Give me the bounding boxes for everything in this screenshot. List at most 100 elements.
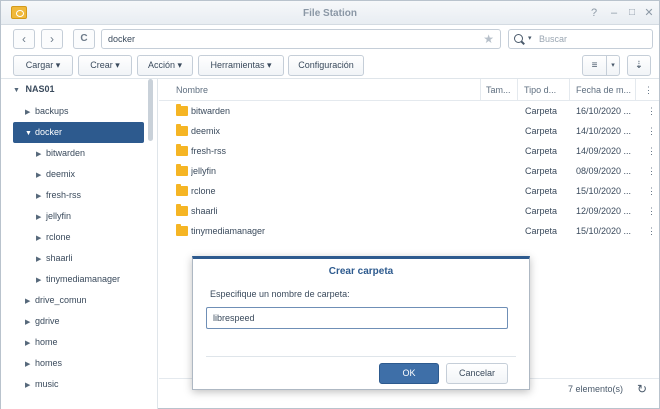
file-type: Carpeta	[525, 146, 558, 156]
sidebar-item-deemix[interactable]: ▶ deemix	[36, 164, 148, 185]
sidebar-item-music[interactable]: ▶ music	[13, 374, 144, 395]
folder-icon	[176, 124, 188, 136]
file-type: Carpeta	[525, 166, 558, 176]
table-row[interactable]: jellyfin Carpeta 08/09/2020 ... ⋮	[159, 161, 659, 181]
column-size[interactable]: Tam...	[481, 79, 518, 101]
chevron-right-icon[interactable]: ▶	[25, 312, 35, 333]
forward-button[interactable]: ›	[41, 29, 63, 49]
chevron-right-icon[interactable]: ▶	[25, 333, 35, 354]
dialog-title: Crear carpeta	[328, 266, 394, 277]
file-type: Carpeta	[525, 186, 558, 196]
sidebar-item-tinymediamanager[interactable]: ▶ tinymediamanager	[36, 269, 148, 290]
folder-icon	[176, 204, 188, 216]
file-type: Carpeta	[525, 106, 558, 116]
view-dropdown-icon[interactable]: ▾	[606, 55, 620, 76]
configuracion-button[interactable]: Configuración	[288, 55, 364, 76]
tree-root-nas01[interactable]: ▼ NAS01	[13, 79, 148, 100]
sidebar-item-label: deemix	[46, 169, 76, 179]
chevron-right-icon[interactable]: ▶	[36, 270, 46, 291]
chevron-right-icon[interactable]: ▶	[25, 354, 35, 375]
sidebar-item-gdrive[interactable]: ▶ gdrive	[13, 311, 144, 332]
refresh-button[interactable]: C	[73, 29, 95, 49]
row-options-icon[interactable]: ⋮	[647, 141, 655, 161]
sidebar-item-label: gdrive	[35, 316, 60, 326]
file-type: Carpeta	[525, 126, 558, 136]
folder-name-input[interactable]	[206, 307, 508, 329]
chevron-right-icon[interactable]: ▶	[25, 102, 35, 123]
table-row[interactable]: fresh-rss Carpeta 14/09/2020 ... ⋮	[159, 141, 659, 161]
file-name: deemix	[191, 126, 221, 136]
sidebar-item-homes[interactable]: ▶ homes	[13, 353, 144, 374]
sidebar-item-bitwarden[interactable]: ▶ bitwarden	[36, 143, 148, 164]
folder-icon	[176, 144, 188, 156]
ok-button[interactable]: OK	[379, 363, 439, 384]
sidebar-item-home[interactable]: ▶ home	[13, 332, 144, 353]
table-row[interactable]: bitwarden Carpeta 16/10/2020 ... ⋮	[159, 101, 659, 121]
sidebar-item-label: fresh-rss	[46, 190, 82, 200]
table-row[interactable]: deemix Carpeta 14/10/2020 ... ⋮	[159, 121, 659, 141]
dialog-divider	[206, 356, 516, 357]
table-row[interactable]: tinymediamanager Carpeta 15/10/2020 ... ⋮	[159, 221, 659, 241]
path-input[interactable]: docker ★	[101, 29, 501, 49]
search-icon	[514, 34, 523, 43]
table-row[interactable]: rclone Carpeta 15/10/2020 ... ⋮	[159, 181, 659, 201]
sidebar-item-fresh-rss[interactable]: ▶ fresh-rss	[36, 185, 148, 206]
favorite-star-icon[interactable]: ★	[483, 32, 494, 46]
minimize-icon[interactable]: –	[607, 6, 621, 20]
table-row[interactable]: shaarli Carpeta 12/09/2020 ... ⋮	[159, 201, 659, 221]
file-station-window: File Station ? – □ ✕ ‹ › C docker ★ ▾ Bu…	[0, 0, 660, 409]
chevron-right-icon[interactable]: ▶	[36, 186, 46, 207]
chevron-down-icon[interactable]: ▼	[13, 80, 23, 101]
sidebar-item-rclone[interactable]: ▶ rclone	[36, 227, 148, 248]
chevron-right-icon[interactable]: ▶	[25, 291, 35, 312]
column-type[interactable]: Tipo d...	[518, 79, 570, 101]
row-options-icon[interactable]: ⋮	[647, 161, 655, 181]
sidebar-item-shaarli[interactable]: ▶ shaarli	[36, 248, 148, 269]
file-date: 12/09/2020 ...	[576, 206, 632, 216]
row-options-icon[interactable]: ⋮	[647, 181, 655, 201]
chevron-right-icon[interactable]: ▶	[25, 375, 35, 396]
chevron-down-icon[interactable]: ▾	[528, 34, 532, 42]
chevron-right-icon[interactable]: ▶	[36, 144, 46, 165]
accion-button[interactable]: Acción ▾	[137, 55, 193, 76]
sidebar-item-jellyfin[interactable]: ▶ jellyfin	[36, 206, 148, 227]
file-list-header: Nombre Tam... Tipo d... Fecha de m... ⋮	[159, 79, 659, 101]
path-value: docker	[108, 34, 136, 44]
chevron-right-icon[interactable]: ▶	[36, 207, 46, 228]
row-options-icon[interactable]: ⋮	[647, 221, 655, 241]
search-input[interactable]: ▾ Buscar	[508, 29, 653, 49]
sidebar-item-docker[interactable]: ▼ docker	[13, 122, 144, 143]
column-name[interactable]: Nombre	[159, 79, 481, 101]
window-title: File Station	[303, 8, 357, 19]
folder-icon	[176, 104, 188, 116]
help-icon[interactable]: ?	[587, 6, 601, 20]
sidebar-item-drive-comun[interactable]: ▶ drive_comun	[13, 290, 144, 311]
sidebar-item-backups[interactable]: ▶ backups	[13, 101, 144, 122]
row-options-icon[interactable]: ⋮	[647, 121, 655, 141]
folder-name-label: Especifique un nombre de carpeta:	[210, 289, 350, 299]
row-options-icon[interactable]: ⋮	[647, 101, 655, 121]
sidebar-item-label: backups	[35, 106, 69, 116]
column-options-icon[interactable]: ⋮	[638, 79, 656, 101]
chevron-right-icon[interactable]: ▶	[36, 249, 46, 270]
file-name: fresh-rss	[191, 146, 227, 156]
close-icon[interactable]: ✕	[642, 6, 656, 20]
sort-icon[interactable]: ⇣	[627, 55, 651, 76]
cargar-button[interactable]: Cargar ▾	[13, 55, 73, 76]
sidebar-scrollbar[interactable]	[148, 79, 153, 141]
column-date[interactable]: Fecha de m...	[570, 79, 636, 101]
back-button[interactable]: ‹	[13, 29, 35, 49]
refresh-icon[interactable]: ↻	[637, 382, 647, 396]
chevron-down-icon[interactable]: ▼	[25, 123, 35, 144]
chevron-right-icon[interactable]: ▶	[36, 228, 46, 249]
herramientas-button[interactable]: Herramientas ▾	[198, 55, 284, 76]
row-options-icon[interactable]: ⋮	[647, 201, 655, 221]
chevron-right-icon[interactable]: ▶	[36, 165, 46, 186]
cancel-button[interactable]: Cancelar	[446, 363, 508, 384]
file-date: 15/10/2020 ...	[576, 226, 632, 236]
maximize-icon[interactable]: □	[625, 6, 639, 20]
folder-icon	[176, 184, 188, 196]
crear-button[interactable]: Crear ▾	[78, 55, 132, 76]
file-name: shaarli	[191, 206, 218, 216]
list-view-icon[interactable]: ≡	[582, 55, 607, 76]
